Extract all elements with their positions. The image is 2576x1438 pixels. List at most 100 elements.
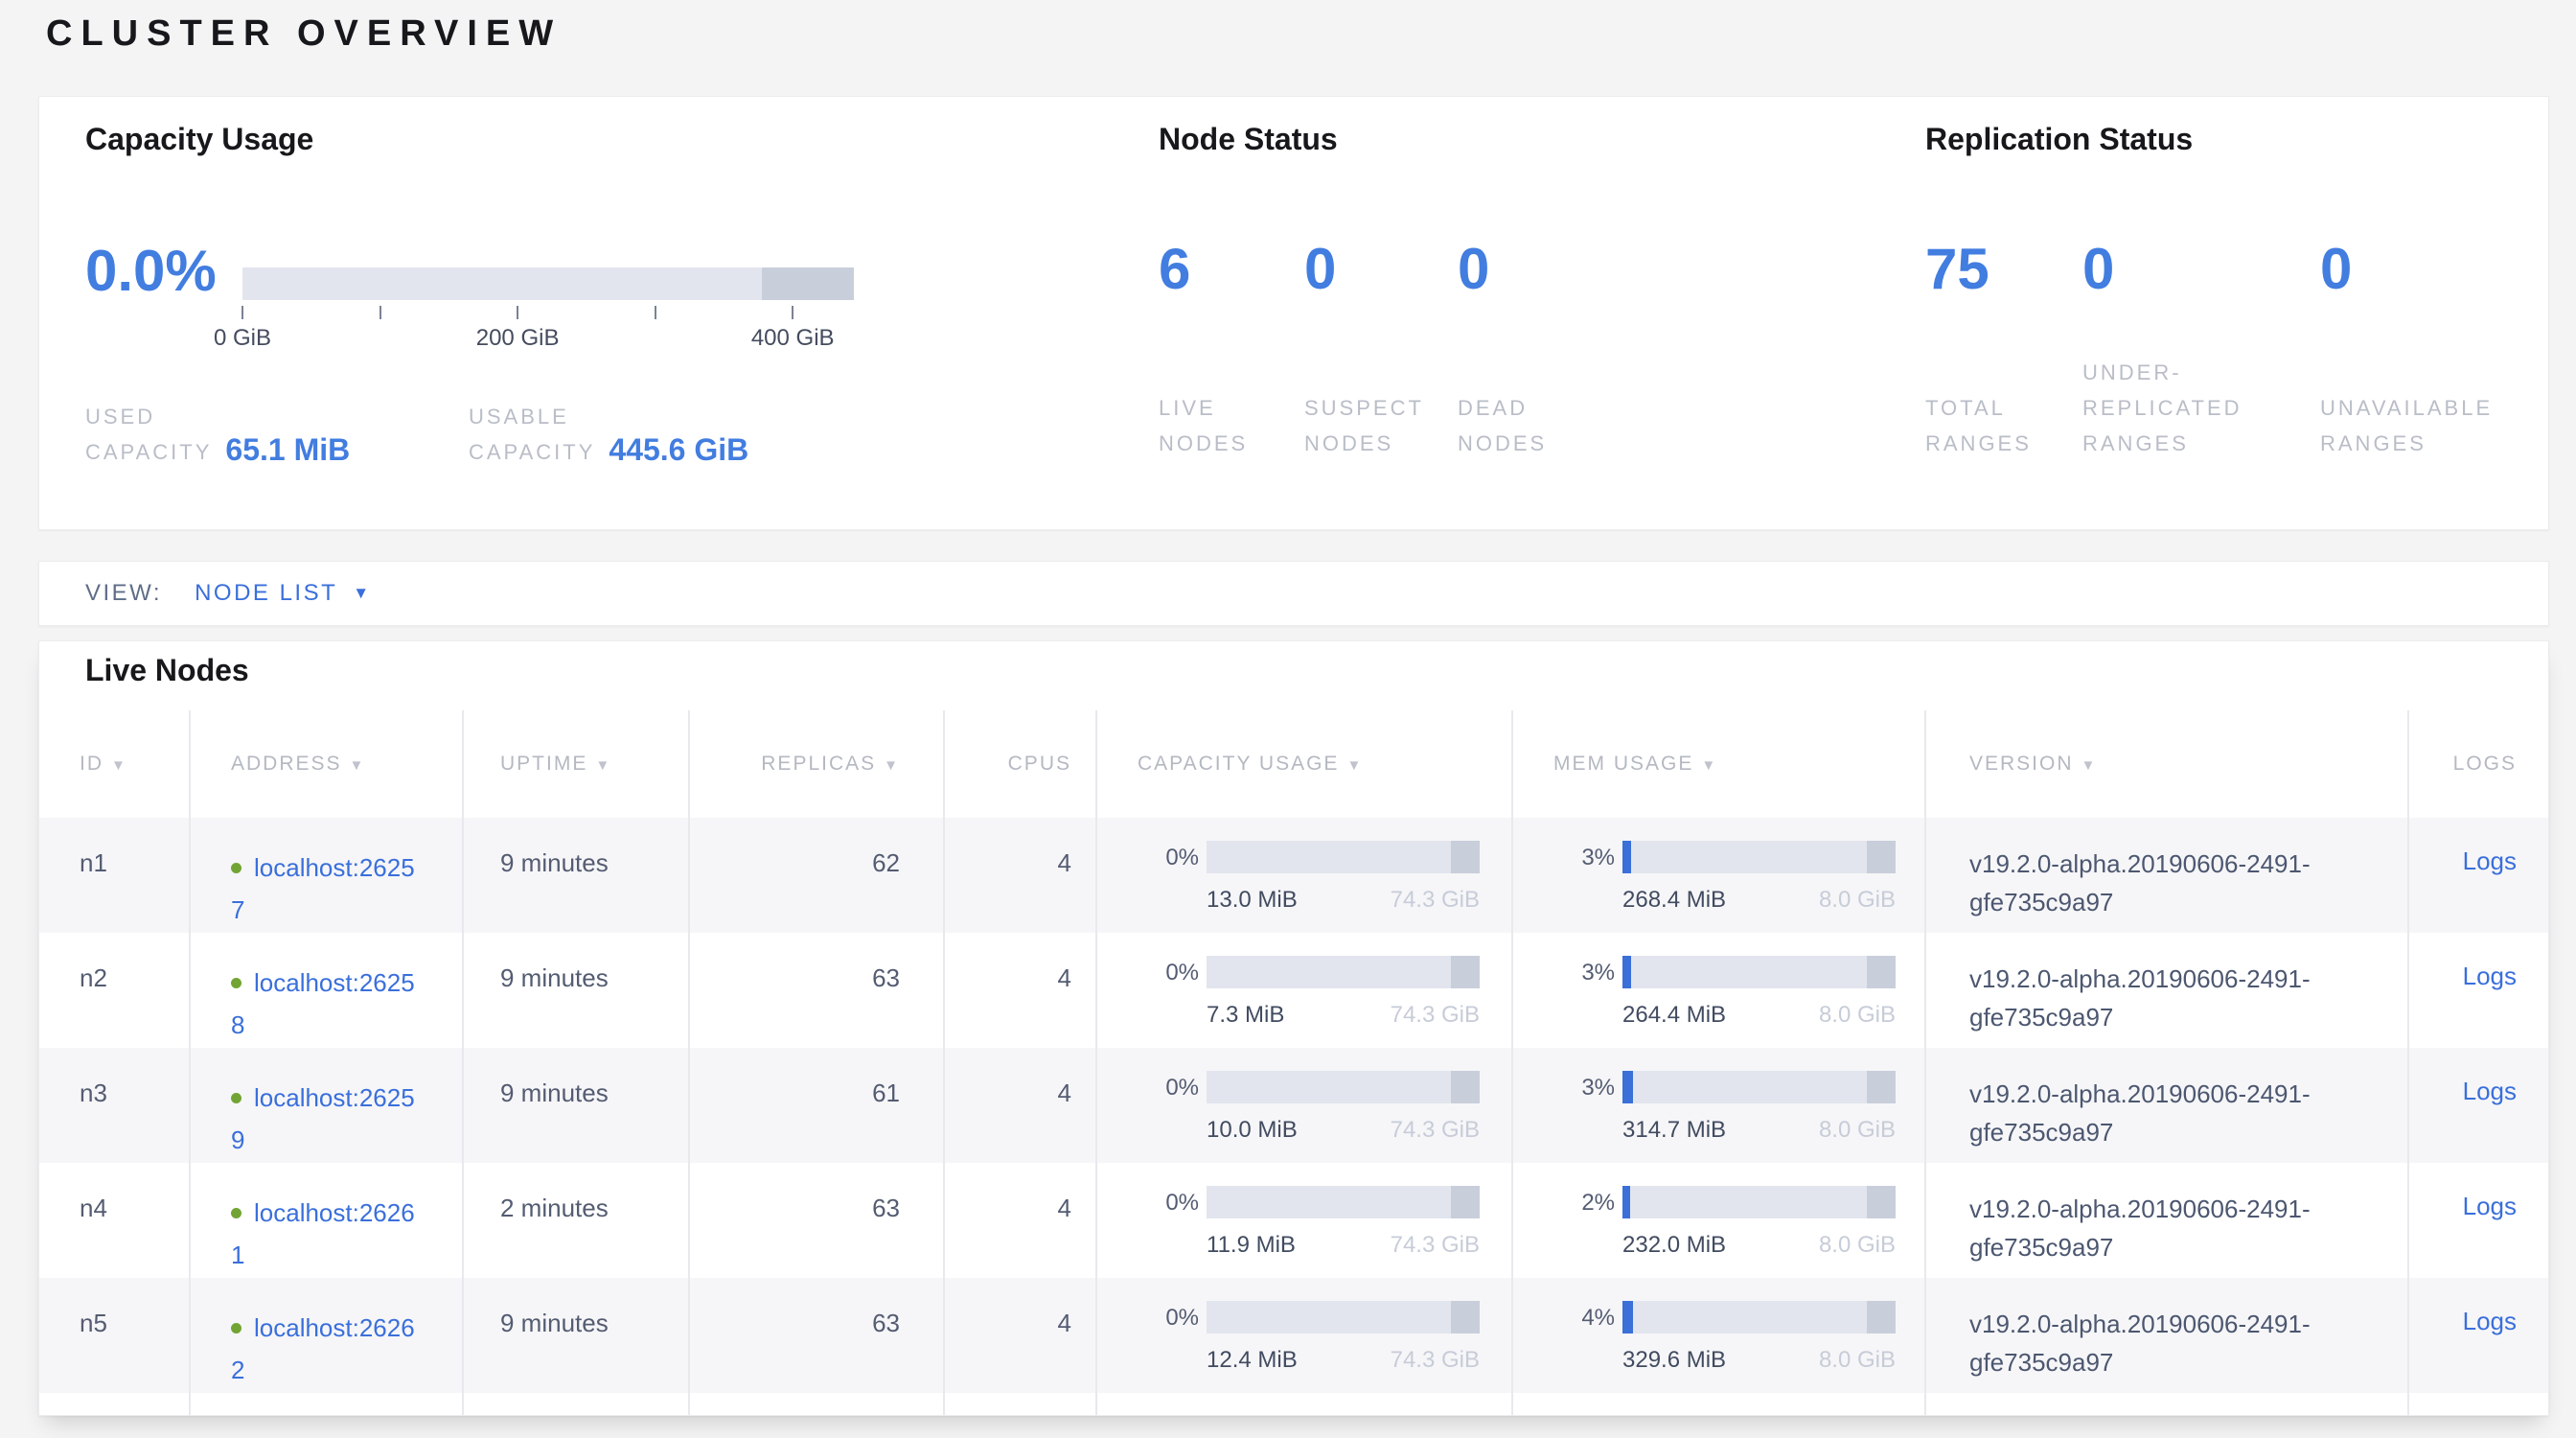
capacity-usage-cell: 0% 13.0 MiB 74.3 GiB — [1096, 818, 1512, 933]
stat-label: UNDER-REPLICATEDRANGES — [2082, 355, 2320, 461]
under-replicated-ranges-stat: 0 UNDER-REPLICATEDRANGES — [2082, 239, 2320, 461]
mem-meter-fill — [1622, 1071, 1633, 1103]
column-header-replicas[interactable]: REPLICAS ▼ — [689, 710, 944, 818]
mem-meter-fill — [1622, 1186, 1630, 1218]
node-status-title: Node Status — [1159, 122, 1338, 157]
cpus-cell: 4 — [944, 1278, 1096, 1393]
capacity-meter-dark-segment — [1451, 1301, 1480, 1334]
mem-usage-cell: 2% 232.0 MiB 8.0 GiB — [1512, 1163, 1925, 1278]
capacity-usage-cell: 0% 7.3 MiB 74.3 GiB — [1096, 933, 1512, 1048]
unavailable-ranges-stat: 0 UNAVAILABLERANGES — [2320, 239, 2569, 461]
capacity-used-value: 13.0 MiB — [1207, 887, 1298, 914]
address-link[interactable]: localhost:26261 — [231, 1192, 423, 1276]
logs-link[interactable]: Logs — [2463, 847, 2517, 875]
capacity-used-value: 10.0 MiB — [1207, 1117, 1298, 1144]
logs-cell: Logs — [2408, 1163, 2549, 1278]
mem-percent-label: 3% — [1553, 1071, 1615, 1103]
address-cell: localhost:26262 — [190, 1278, 463, 1393]
stat-value: 445.6 GiB — [609, 432, 748, 468]
uptime-cell: 9 minutes — [463, 933, 689, 1048]
node-id-cell: n5 — [39, 1278, 190, 1393]
logs-link[interactable]: Logs — [2463, 1077, 2517, 1105]
table-row: n4 localhost:26261 2 minutes 63 4 0% 11.… — [39, 1163, 2549, 1278]
capacity-meter-dark-segment — [1451, 841, 1480, 873]
table-row: n2 localhost:26258 9 minutes 63 4 0% 7.3… — [39, 933, 2549, 1048]
mem-percent-label: 3% — [1553, 956, 1615, 988]
node-id-cell: n1 — [39, 818, 190, 933]
chevron-down-icon[interactable]: ▼ — [353, 584, 369, 603]
mem-percent-label: 3% — [1553, 841, 1615, 873]
sort-icon: ▼ — [350, 757, 366, 774]
view-selected-value[interactable]: NODE LIST — [195, 580, 337, 607]
node-live-status-icon — [231, 978, 242, 988]
mem-meter-dark-segment — [1867, 841, 1896, 873]
stat-value: 75 — [1925, 239, 2082, 300]
sort-icon: ▼ — [1346, 757, 1363, 774]
live-nodes-stat: 6 LIVENODES — [1159, 239, 1304, 461]
sort-icon: ▼ — [884, 757, 900, 774]
table-header-row: ID▼ ADDRESS▼ UPTIME▼ REPLICAS▼ CPUS CAPA… — [39, 710, 2549, 818]
column-header-mem-usage[interactable]: MEM USAGE▼ — [1512, 710, 1925, 818]
capacity-meter-dark-segment — [1451, 956, 1480, 988]
node-id-cell: n4 — [39, 1163, 190, 1278]
capacity-usage-cell: 0% 11.9 MiB 74.3 GiB — [1096, 1163, 1512, 1278]
cpus-cell: 4 — [944, 818, 1096, 933]
cpus-cell: 4 — [944, 1048, 1096, 1163]
mem-meter — [1622, 1301, 1896, 1334]
live-nodes-card: Live Nodes ID▼ ADDRESS▼ UPTIME▼ REPLICAS… — [38, 640, 2549, 1416]
address-cell: localhost:26258 — [190, 933, 463, 1048]
capacity-meter — [1207, 956, 1480, 988]
address-cell: localhost:26257 — [190, 818, 463, 933]
column-header-address[interactable]: ADDRESS▼ — [190, 710, 463, 818]
logs-link[interactable]: Logs — [2463, 962, 2517, 990]
mem-usage-cell: 3% 268.4 MiB 8.0 GiB — [1512, 818, 1925, 933]
mem-used-value: 232.0 MiB — [1622, 1232, 1726, 1259]
capacity-total-value: 74.3 GiB — [1391, 1347, 1480, 1374]
column-header-capacity-usage[interactable]: CAPACITY USAGE▼ — [1096, 710, 1512, 818]
capacity-axis: 0 GiB200 GiB400 GiB — [242, 300, 854, 377]
column-header-uptime[interactable]: UPTIME▼ — [463, 710, 689, 818]
mem-used-value: 329.6 MiB — [1622, 1347, 1726, 1374]
capacity-bar: 0 GiB200 GiB400 GiB — [242, 267, 854, 377]
node-id-cell: n3 — [39, 1048, 190, 1163]
suspect-nodes-stat: 0 SUSPECTNODES — [1304, 239, 1458, 461]
stat-label: UNAVAILABLERANGES — [2320, 390, 2569, 461]
address-link[interactable]: localhost:26259 — [231, 1077, 423, 1161]
replication-status-title: Replication Status — [1925, 122, 2193, 157]
axis-tick — [242, 306, 243, 319]
axis-tick-label: 200 GiB — [476, 325, 560, 352]
sort-icon: ▼ — [1701, 757, 1717, 774]
replicas-cell: 63 — [689, 933, 944, 1048]
address-link[interactable]: localhost:26262 — [231, 1307, 423, 1391]
mem-percent-label: 4% — [1553, 1301, 1615, 1334]
mem-meter — [1622, 1186, 1896, 1218]
stat-label: DEADNODES — [1458, 390, 1668, 461]
mem-total-value: 8.0 GiB — [1819, 1232, 1896, 1259]
stat-label: TOTALRANGES — [1925, 390, 2082, 461]
axis-tick-label: 400 GiB — [751, 325, 835, 352]
capacity-percent-label: 0% — [1138, 841, 1199, 873]
view-selector-dropdown[interactable]: NODE LIST ▼ — [195, 580, 369, 607]
column-header-version[interactable]: VERSION▼ — [1925, 710, 2408, 818]
capacity-total-value: 74.3 GiB — [1391, 887, 1480, 914]
mem-total-value: 8.0 GiB — [1819, 1117, 1896, 1144]
mem-meter-fill — [1622, 841, 1631, 873]
logs-cell: Logs — [2408, 818, 2549, 933]
logs-link[interactable]: Logs — [2463, 1307, 2517, 1335]
mem-meter — [1622, 1071, 1896, 1103]
total-ranges-stat: 75 TOTALRANGES — [1925, 239, 2082, 461]
address-link[interactable]: localhost:26258 — [231, 962, 423, 1046]
capacity-meter — [1207, 1186, 1480, 1218]
column-label: REPLICAS — [761, 753, 876, 775]
mem-meter — [1622, 841, 1896, 873]
logs-link[interactable]: Logs — [2463, 1192, 2517, 1220]
stat-label: USEDCAPACITY — [85, 399, 212, 470]
table-row-partial — [39, 1393, 2549, 1416]
capacity-percent-label: 0% — [1138, 1301, 1199, 1334]
address-link[interactable]: localhost:26257 — [231, 847, 423, 931]
column-header-id[interactable]: ID▼ — [39, 710, 190, 818]
node-live-status-icon — [231, 1323, 242, 1334]
cpus-cell: 4 — [944, 1163, 1096, 1278]
replicas-cell: 61 — [689, 1048, 944, 1163]
node-live-status-icon — [231, 1208, 242, 1218]
